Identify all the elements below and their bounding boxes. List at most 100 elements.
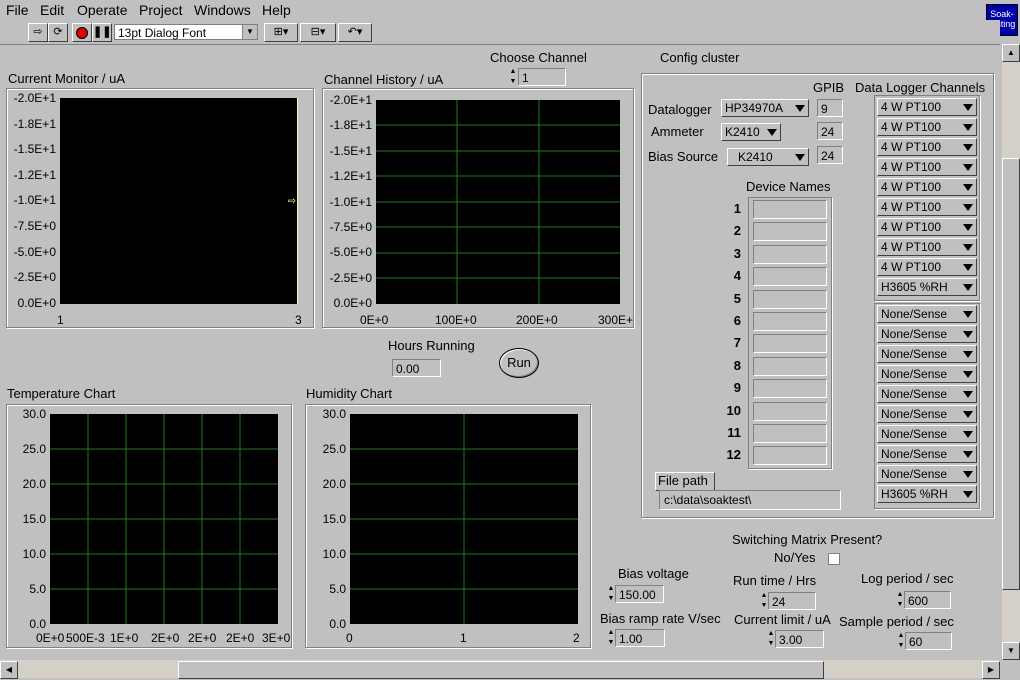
chevron-down-icon — [963, 471, 973, 478]
temperature-chart-grid — [50, 414, 278, 624]
device-name-input[interactable] — [753, 401, 827, 421]
device-name-input[interactable] — [753, 356, 827, 376]
sample-period-input[interactable]: 60 — [905, 632, 952, 650]
device-name-input[interactable] — [753, 312, 827, 331]
dl-channel-select[interactable]: None/Sense — [877, 465, 977, 483]
ammeter-gpib-input[interactable]: 24 — [817, 122, 843, 140]
bias-ramp-label: Bias ramp rate V/sec — [600, 611, 721, 626]
log-period-input[interactable]: 600 — [904, 591, 951, 609]
device-name-input[interactable] — [753, 379, 827, 399]
menu-file[interactable]: File — [6, 2, 29, 18]
horizontal-scrollbar[interactable]: ◀ ▶ — [0, 660, 1000, 679]
datalogger-value: HP34970A — [725, 101, 784, 115]
run-time-input[interactable]: 24 — [768, 592, 816, 610]
menu-operate[interactable]: Operate — [77, 2, 128, 18]
log-period-spin-icon[interactable]: ▲ ▼ — [896, 590, 904, 610]
dl-channel-select[interactable]: None/Sense — [877, 345, 977, 363]
reorder-icon[interactable]: ↶▾ — [338, 23, 372, 42]
humidity-chart-plot[interactable] — [350, 414, 578, 624]
chevron-down-icon — [963, 491, 973, 498]
run-button[interactable]: Run — [499, 348, 539, 378]
device-name-input[interactable] — [753, 267, 827, 287]
distribute-objects-icon[interactable]: ⊟▾ — [300, 23, 336, 42]
bias-ramp-spin-icon[interactable]: ▲ ▼ — [607, 628, 615, 648]
vertical-scrollbar[interactable]: ▲ ▼ — [1002, 44, 1020, 660]
y-tick: 25.0 — [22, 442, 46, 456]
dl-channel-select[interactable]: 4 W PT100 — [877, 258, 977, 276]
align-objects-icon[interactable]: ⊞▾ — [264, 23, 298, 42]
horizontal-scroll-thumb[interactable] — [178, 661, 824, 679]
channel-input[interactable]: 1 — [518, 68, 566, 86]
datalogger-select[interactable]: HP34970A — [721, 99, 809, 117]
current-limit-spin-icon[interactable]: ▲ ▼ — [767, 629, 775, 649]
dl-channel-select[interactable]: 4 W PT100 — [877, 178, 977, 196]
bias-source-gpib-input[interactable]: 24 — [817, 146, 843, 164]
device-name-input[interactable] — [753, 446, 827, 466]
current-limit-input[interactable]: 3.00 — [775, 630, 824, 648]
x-tick: 100E+0 — [435, 313, 477, 327]
chevron-down-icon[interactable]: ▼ — [242, 25, 257, 39]
scroll-down-icon[interactable]: ▼ — [1002, 642, 1020, 660]
run-time-spin-icon[interactable]: ▲ ▼ — [760, 591, 768, 611]
dl-channel-value: 4 W PT100 — [881, 100, 942, 114]
dl-channel-select[interactable]: H3605 %RH — [877, 278, 977, 296]
temperature-chart-plot[interactable] — [50, 414, 278, 624]
current-monitor-plot[interactable]: ⇨ — [60, 98, 298, 304]
font-select[interactable]: 13pt Dialog Font ▼ — [114, 24, 258, 40]
dl-channel-select[interactable]: None/Sense — [877, 385, 977, 403]
bias-ramp-input[interactable]: 1.00 — [615, 629, 665, 647]
device-number: 10 — [726, 402, 741, 418]
dl-channel-select[interactable]: None/Sense — [877, 325, 977, 343]
file-path-input[interactable]: c:\data\soaktest\ — [659, 490, 841, 510]
device-name-input[interactable] — [753, 200, 827, 219]
dl-channel-select[interactable]: None/Sense — [877, 425, 977, 443]
datalogger-gpib-input[interactable]: 9 — [817, 99, 843, 117]
device-name-input[interactable] — [753, 334, 827, 354]
device-name-input[interactable] — [753, 424, 827, 443]
menu-help[interactable]: Help — [262, 2, 291, 18]
menu-project[interactable]: Project — [139, 2, 183, 18]
ammeter-select[interactable]: K2410 — [721, 123, 781, 141]
channel-history-plot[interactable] — [376, 100, 620, 304]
dl-channel-select[interactable]: H3605 %RH — [877, 485, 977, 503]
menu-edit[interactable]: Edit — [40, 2, 64, 18]
x-tick: 2E+0 — [188, 631, 217, 645]
y-tick: -2.0E+1 — [13, 91, 56, 105]
bias-source-select[interactable]: K2410 — [727, 148, 809, 166]
dl-channel-select[interactable]: 4 W PT100 — [877, 98, 977, 116]
run-arrow-icon[interactable]: ⇨ — [28, 23, 48, 42]
device-name-input[interactable] — [753, 244, 827, 264]
device-number: 9 — [733, 380, 741, 396]
pause-icon[interactable]: ❚❚ — [92, 23, 112, 42]
dl-channel-select[interactable]: 4 W PT100 — [877, 118, 977, 136]
dl-channel-select[interactable]: 4 W PT100 — [877, 238, 977, 256]
channel-spin-icon[interactable]: ▲ ▼ — [509, 67, 517, 87]
device-name-input[interactable] — [753, 289, 827, 309]
bias-voltage-spin-icon[interactable]: ▲ ▼ — [607, 584, 615, 604]
switching-matrix-checkbox[interactable] — [828, 553, 840, 565]
abort-icon[interactable] — [72, 23, 92, 42]
dl-channel-select[interactable]: 4 W PT100 — [877, 138, 977, 156]
scroll-right-icon[interactable]: ▶ — [982, 661, 1000, 679]
bias-voltage-input[interactable]: 150.00 — [615, 585, 664, 603]
vertical-scroll-thumb[interactable] — [1002, 158, 1020, 590]
scroll-left-icon[interactable]: ◀ — [0, 661, 18, 679]
bias-source-value: K2410 — [738, 150, 773, 164]
dl-channel-select[interactable]: None/Sense — [877, 405, 977, 423]
dl-channel-value: None/Sense — [881, 367, 948, 381]
dl-channel-select[interactable]: None/Sense — [877, 305, 977, 323]
scroll-up-icon[interactable]: ▲ — [1002, 44, 1020, 62]
run-continuous-icon[interactable]: ⟳ — [48, 23, 68, 42]
chevron-down-icon — [963, 351, 973, 358]
dl-channel-select[interactable]: 4 W PT100 — [877, 158, 977, 176]
cursor-marker-icon[interactable]: ⇨ — [288, 196, 296, 207]
menu-windows[interactable]: Windows — [194, 2, 251, 18]
dl-channel-select[interactable]: 4 W PT100 — [877, 218, 977, 236]
sample-period-spin-icon[interactable]: ▲ ▼ — [897, 631, 905, 651]
dl-channel-select[interactable]: None/Sense — [877, 445, 977, 463]
dl-channel-select[interactable]: None/Sense — [877, 365, 977, 383]
ammeter-label: Ammeter — [651, 124, 704, 139]
dl-channel-select[interactable]: 4 W PT100 — [877, 198, 977, 216]
device-name-input[interactable] — [753, 222, 827, 242]
y-tick: 20.0 — [22, 477, 46, 491]
